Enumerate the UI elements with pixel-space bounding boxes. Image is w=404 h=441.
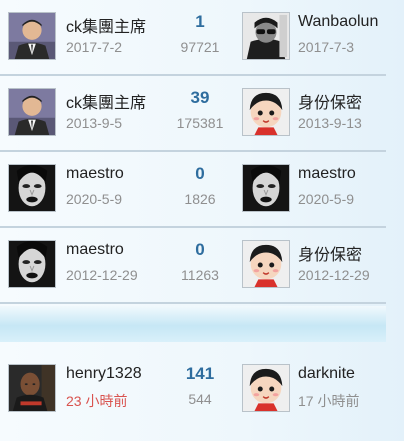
face-bw-avatar[interactable] bbox=[242, 164, 290, 212]
man-suit-avatar[interactable] bbox=[8, 88, 56, 136]
reply-count[interactable]: 1 bbox=[170, 12, 230, 32]
sunglasses-man-avatar[interactable] bbox=[242, 12, 290, 60]
bald-man-avatar[interactable] bbox=[8, 364, 56, 412]
right-date: 2013-9-13 bbox=[298, 115, 362, 131]
left-date: 23 小時前 bbox=[66, 393, 128, 409]
left-date: 2017-7-2 bbox=[66, 39, 123, 55]
right-date: 2017-7-3 bbox=[298, 39, 355, 55]
face-bw-avatar[interactable] bbox=[8, 164, 56, 212]
view-count: 1826 bbox=[184, 191, 216, 207]
right-date: 2020-5-9 bbox=[298, 191, 355, 207]
cartoon-girl-avatar[interactable] bbox=[242, 364, 290, 412]
left-username-link[interactable]: maestro bbox=[66, 165, 124, 183]
face-bw-avatar[interactable] bbox=[8, 240, 56, 288]
reply-count[interactable]: 0 bbox=[170, 240, 230, 260]
right-date: 17 小時前 bbox=[298, 393, 360, 409]
right-username-link[interactable]: darknite bbox=[298, 365, 355, 383]
view-count: 11263 bbox=[181, 267, 219, 283]
right-username-link[interactable]: maestro bbox=[298, 165, 356, 183]
left-date: 2013-9-5 bbox=[66, 115, 123, 131]
topic-row: maestro 2020-5-9 maestro 2020-5-9 0 1826 bbox=[0, 152, 386, 228]
left-date: 2020-5-9 bbox=[66, 191, 123, 207]
left-username-link[interactable]: ck集團主席 bbox=[66, 89, 146, 113]
left-username-link[interactable]: ck集團主席 bbox=[66, 13, 146, 37]
left-date: 2012-12-29 bbox=[66, 267, 138, 283]
reply-count[interactable]: 39 bbox=[170, 88, 230, 108]
topic-row: maestro 2012-12-29 身份保密 2012-12-29 0 11263 bbox=[0, 228, 386, 304]
right-username-link[interactable]: 身份保密 bbox=[298, 89, 362, 113]
view-count: 97721 bbox=[180, 39, 220, 55]
topic-row: ck集團主席 2017-7-2 Wanbaolun 2017-7-3 1 97721 bbox=[0, 0, 386, 76]
section-divider-band bbox=[0, 306, 386, 342]
topic-row: ck集團主席 2013-9-5 身份保密 2013-9-13 39 175381 bbox=[0, 76, 386, 152]
right-username-link[interactable]: Wanbaolun bbox=[298, 13, 378, 31]
cartoon-girl-avatar[interactable] bbox=[242, 88, 290, 136]
view-count: 175381 bbox=[176, 115, 224, 131]
left-username-link[interactable]: maestro bbox=[66, 241, 124, 259]
reply-count[interactable]: 0 bbox=[170, 164, 230, 184]
view-count: 544 bbox=[188, 391, 212, 407]
right-username-link[interactable]: 身份保密 bbox=[298, 241, 362, 265]
cartoon-girl-avatar[interactable] bbox=[242, 240, 290, 288]
reply-count[interactable]: 141 bbox=[170, 364, 230, 384]
topic-row: henry1328 23 小時前 darknite 17 小時前 141 544 bbox=[0, 352, 386, 432]
right-date: 2012-12-29 bbox=[298, 267, 370, 283]
left-username-link[interactable]: henry1328 bbox=[66, 365, 142, 383]
man-suit-avatar[interactable] bbox=[8, 12, 56, 60]
